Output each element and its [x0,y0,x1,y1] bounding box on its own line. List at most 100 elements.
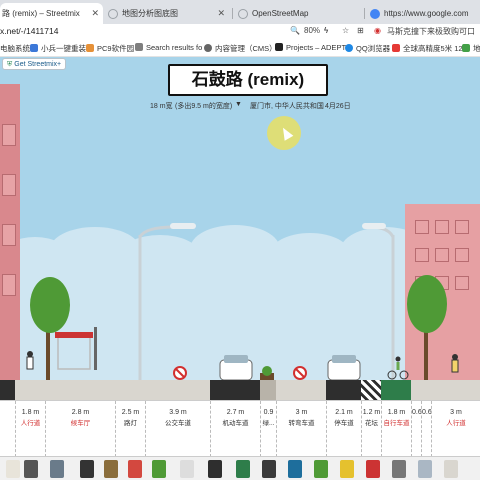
lightning-icon[interactable]: ϟ [324,26,328,35]
street-canvas: ⛨ Get Streetmix+ 石鼓路 (remix) 18 m宽 (多出9.5… [0,57,480,480]
tab-label: 路 (remix) – Streetmix [2,9,80,18]
bookmark-item[interactable]: QQ浏览器 [345,43,390,54]
bookmark-item[interactable]: 电脑系统 [0,43,30,54]
zoom-level[interactable]: 80% [304,26,320,35]
segment-name: 绿... [262,420,275,427]
segment-label[interactable]: 2.1 m 停车道 [326,401,361,457]
tab-openstreetmap[interactable]: OpenStreetMap [236,3,360,24]
palette-item-lamp[interactable] [80,460,94,478]
globe-icon [238,8,248,19]
palette-item-bench[interactable] [24,460,38,478]
segment-name: 停车道 [334,420,354,427]
segment-label[interactable]: 3 m 转弯车道 [276,401,326,457]
street-lamp-left [138,223,196,380]
palette-item-taxi[interactable] [340,460,354,478]
palette-item-car[interactable] [392,460,406,478]
segment-label[interactable]: 0.6 [411,401,422,457]
tab-google[interactable]: https://www.google.com [368,3,480,24]
extension-icon[interactable]: ⊞ [357,26,364,35]
segment-name: 人行道 [446,420,466,427]
search-icon[interactable]: ◉ [374,26,381,35]
map-icon [392,44,400,52]
bookmark-item[interactable]: 内容管理（CMS） [204,43,277,54]
segment-label[interactable]: 1.8 m 人行道 [15,401,45,457]
palette-item-shelter[interactable] [50,460,64,478]
bookmark-label: 地 [473,44,480,53]
segment-surface[interactable] [411,380,480,400]
segment-label[interactable]: 2.8 m 候车厅 [45,401,115,457]
segment-label[interactable]: 1.8 m 自行车道 [381,401,411,457]
segment-width: 1.8 m [387,409,406,416]
segment-width: 2.8 m [71,409,90,416]
pedestrian-right [451,354,459,373]
car-left [219,355,253,381]
segment-surface[interactable] [0,380,15,400]
folder-icon [86,44,94,52]
cyclist [387,356,409,380]
street-ground [0,380,480,400]
palette-item-tree[interactable] [152,460,166,478]
segment-width: 1.2 m [362,409,381,416]
bookmark-item[interactable]: PC9软件园 [86,43,134,54]
bookmark-item[interactable]: 小兵一键重装 [30,43,86,54]
close-icon[interactable]: ✕ [91,3,99,24]
segment-name: 人行道 [20,420,41,427]
palette-item-scooter[interactable] [262,460,276,478]
segment-label[interactable]: 1.2 m 花坛 [361,401,381,457]
palette-item-pedestrian[interactable] [208,460,222,478]
segment-surface[interactable] [381,380,411,400]
segment-surface[interactable] [276,380,326,400]
bookmark-label: PC9软件园 [97,44,135,53]
bookmark-item[interactable]: Projects – ADEPT [275,43,346,52]
bookmark-item[interactable]: Search results fo [135,43,202,52]
bookmark-label: 电脑系统 [0,44,30,53]
segment-width: 0.6 [412,409,422,416]
segment-surface[interactable] [361,380,381,400]
palette-item-hydrant[interactable] [180,460,194,478]
github-icon [275,43,283,51]
palette-item-sign[interactable] [104,460,118,478]
segment-label[interactable]: 3.9 m 公交车道 [145,401,210,457]
palette-item-bike[interactable] [288,460,302,478]
pedestrian-left [26,351,34,370]
bookmark-label: 小兵一键重装 [41,44,86,53]
palette-item-truck[interactable] [418,460,432,478]
segment-label[interactable]: 2.5 m 路灯 [115,401,145,457]
google-icon [370,8,380,19]
news-ticker[interactable]: 马斯克撞下来极致购可口 [387,26,475,37]
segment-palette [0,456,480,480]
globe-icon [108,8,118,19]
star-icon[interactable]: ☆ [342,26,349,35]
tab-separator [364,8,365,19]
segment-surface[interactable] [260,380,276,400]
segment-width: 0.6 [422,409,432,416]
palette-item-bike-lane[interactable] [236,460,250,478]
bookmarks-bar: 电脑系统 小兵一键重装 PC9软件园 Search results fo 内容管… [0,41,480,57]
segment-surface[interactable] [210,380,260,400]
segment-label[interactable]: 0.6 [421,401,432,457]
segment-surface[interactable] [15,380,145,400]
segment-label[interactable]: 3 m 人行道 [431,401,480,457]
tab-streetmix[interactable]: 路 (remix) – Streetmix ✕ [0,3,103,24]
bookmark-item[interactable]: 全球高精度5米 12. [392,43,465,54]
segment-label[interactable]: 0.9 绿... [260,401,276,457]
zoom-icon[interactable]: 🔍 [290,26,300,35]
segment-name: 路灯 [124,420,137,427]
close-icon[interactable]: ✕ [217,3,225,24]
palette-item-bus[interactable] [314,460,328,478]
palette-item-streetcar[interactable] [366,460,380,478]
segment-name: 公交车道 [165,420,191,427]
segment-name: 花坛 [365,420,378,427]
segment-surface[interactable] [145,380,210,400]
bookmark-label: Projects – ADEPT [286,43,347,52]
url-field[interactable]: x.net/-/1411714 [0,26,58,36]
tab-map-base[interactable]: 地图分析图底图 ✕ [106,3,229,24]
segment-surface[interactable] [326,380,361,400]
segment-width: 2.1 m [335,409,353,416]
tab-separator [232,8,233,19]
palette-item-bikerack[interactable] [128,460,142,478]
palette-item-sidewalk[interactable] [6,460,20,478]
bookmark-item[interactable]: 地 [462,43,480,54]
segment-label[interactable]: 2.7 m 机动车道 [210,401,260,457]
palette-item-van[interactable] [444,460,458,478]
